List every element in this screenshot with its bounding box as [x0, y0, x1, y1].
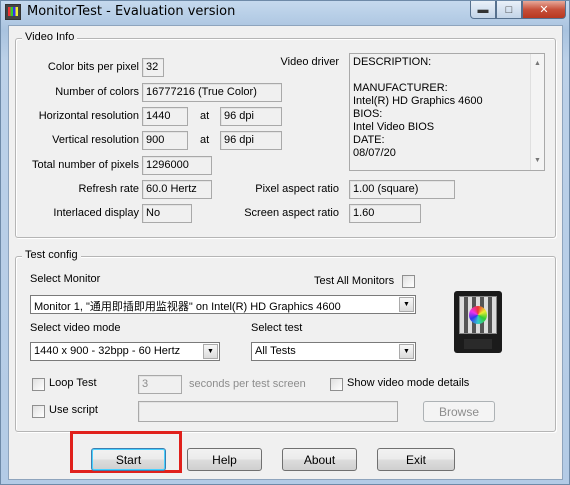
maximize-icon: □ — [505, 3, 513, 16]
vertical-dpi-field: 96 dpi — [220, 131, 282, 150]
monitor-stand — [464, 339, 492, 349]
seconds-per-screen-label: seconds per test screen — [189, 378, 306, 390]
select-video-mode-label: Select video mode — [30, 322, 121, 334]
driver-line: DATE: — [353, 134, 385, 146]
num-colors-field: 16777216 (True Color) — [142, 83, 282, 102]
window-title: MonitorTest - Evaluation version — [27, 4, 236, 19]
pixel-aspect-field: 1.00 (square) — [349, 180, 455, 199]
help-button[interactable]: Help — [187, 448, 262, 471]
app-icon[interactable] — [5, 4, 21, 20]
driver-line — [353, 69, 541, 82]
show-details-label: Show video mode details — [347, 377, 470, 389]
interlaced-field: No — [142, 204, 192, 223]
use-script-label: Use script — [49, 404, 98, 416]
monitor-select[interactable]: Monitor 1, "通用即插即用监视器" on Intel(R) HD Gr… — [30, 295, 416, 314]
test-config-title: Test config — [22, 249, 81, 261]
use-script-checkbox[interactable] — [32, 405, 45, 418]
minimize-button[interactable]: ▬ — [470, 1, 496, 19]
total-pixels-field: 1296000 — [142, 156, 212, 175]
vertical-resolution-field: 900 — [142, 131, 188, 150]
total-pixels-label: Total number of pixels — [32, 159, 139, 171]
vertical-resolution-label: Vertical resolution — [52, 134, 139, 146]
minimize-icon: ▬ — [477, 3, 489, 16]
video-mode-select-value: 1440 x 900 - 32bpp - 60 Hertz — [34, 345, 181, 357]
chevron-down-icon[interactable]: ▼ — [399, 297, 414, 312]
driver-line: Intel(R) HD Graphics 4600 — [353, 95, 483, 107]
title-bar[interactable]: MonitorTest - Evaluation version ▬ □ ✕ — [1, 1, 569, 23]
video-driver-textbox[interactable]: DESCRIPTION: MANUFACTURER: Intel(R) HD G… — [349, 53, 545, 171]
vertical-at-label: at — [200, 134, 210, 146]
loop-test-checkbox[interactable] — [32, 378, 45, 391]
driver-line: 08/07/20 — [353, 147, 396, 159]
chevron-down-icon[interactable]: ▼ — [203, 344, 218, 359]
video-driver-label: Video driver — [280, 56, 340, 68]
maximize-button[interactable]: □ — [496, 1, 522, 19]
screen-aspect-field: 1.60 — [349, 204, 421, 223]
chevron-down-icon[interactable]: ▼ — [399, 344, 414, 359]
color-bits-field: 32 — [142, 58, 164, 77]
test-select-value: All Tests — [255, 345, 296, 357]
close-button[interactable]: ✕ — [522, 1, 566, 19]
monitor-select-value: Monitor 1, "通用即插即用监视器" on Intel(R) HD Gr… — [34, 301, 341, 313]
script-path-field[interactable] — [138, 401, 398, 422]
test-all-monitors-checkbox[interactable] — [402, 275, 415, 288]
driver-line: MANUFACTURER: — [353, 82, 448, 94]
pixel-aspect-label: Pixel aspect ratio — [255, 183, 339, 195]
horizontal-at-label: at — [200, 110, 210, 122]
driver-line: Intel Video BIOS — [353, 121, 435, 133]
close-icon: ✕ — [539, 4, 549, 16]
exit-button[interactable]: Exit — [377, 448, 455, 471]
test-select[interactable]: All Tests ▼ — [251, 342, 416, 361]
start-button[interactable]: Start — [91, 448, 166, 471]
screen-aspect-label: Screen aspect ratio — [244, 207, 339, 219]
scroll-down-icon[interactable]: ▼ — [534, 154, 541, 167]
horizontal-resolution-field: 1440 — [142, 107, 188, 126]
num-colors-label: Number of colors — [55, 86, 139, 98]
seconds-per-screen-field[interactable]: 3 — [138, 375, 182, 394]
horizontal-resolution-label: Horizontal resolution — [38, 110, 139, 122]
interlaced-label: Interlaced display — [53, 207, 139, 219]
refresh-rate-label: Refresh rate — [78, 183, 139, 195]
driver-line: BIOS: — [353, 108, 383, 120]
select-test-label: Select test — [251, 322, 303, 334]
video-info-title: Video Info — [22, 31, 78, 43]
monitor-test-pattern-icon — [454, 291, 502, 353]
main-window: MonitorTest - Evaluation version ▬ □ ✕ V… — [0, 0, 570, 485]
about-button[interactable]: About — [282, 448, 357, 471]
driver-line: DESCRIPTION: — [353, 56, 432, 68]
loop-test-label: Loop Test — [49, 377, 97, 389]
test-all-monitors-label: Test All Monitors — [314, 275, 395, 287]
refresh-rate-field: 60.0 Hertz — [142, 180, 212, 199]
select-monitor-label: Select Monitor — [30, 273, 101, 285]
test-pattern-screen — [459, 296, 497, 334]
color-bits-label: Color bits per pixel — [47, 61, 139, 73]
driver-scrollbar[interactable]: ▲ ▼ — [530, 54, 544, 170]
scroll-up-icon[interactable]: ▲ — [534, 57, 541, 70]
video-mode-select[interactable]: 1440 x 900 - 32bpp - 60 Hertz ▼ — [30, 342, 220, 361]
video-info-group: Video Info Color bits per pixel 32 Numbe… — [15, 31, 556, 238]
browse-button[interactable]: Browse — [423, 401, 495, 422]
show-details-checkbox[interactable] — [330, 378, 343, 391]
dialog-client-area: Video Info Color bits per pixel 32 Numbe… — [8, 25, 563, 480]
horizontal-dpi-field: 96 dpi — [220, 107, 282, 126]
